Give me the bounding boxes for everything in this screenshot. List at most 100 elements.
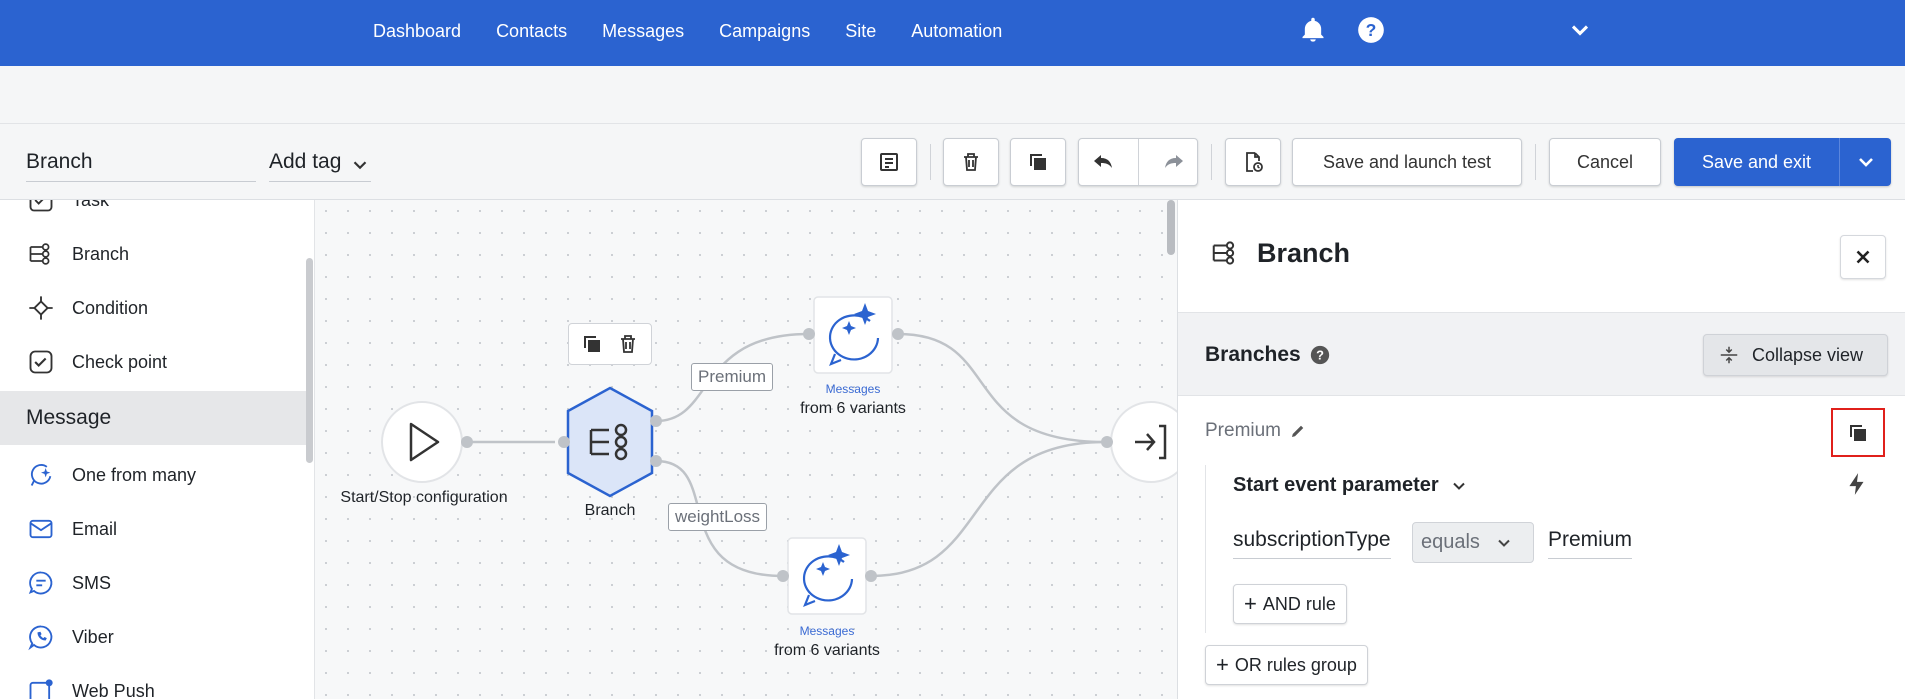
value-input[interactable]: Premium	[1548, 528, 1633, 559]
web-push-icon	[29, 679, 53, 699]
chevron-down-icon	[354, 161, 367, 170]
edge-label-premium[interactable]: Premium	[691, 363, 774, 391]
notes-button[interactable]	[861, 138, 917, 186]
edge-label-weightloss[interactable]: weightLoss	[668, 503, 768, 531]
branches-section-header: Branches ? Collapse view	[1178, 313, 1905, 396]
palette-item-task[interactable]: Task	[0, 200, 310, 227]
palette-item-web-push[interactable]: Web Push	[0, 664, 310, 699]
save-launch-test-button[interactable]: Save and launch test	[1292, 138, 1522, 186]
palette-item-one-from-many[interactable]: One from many	[0, 448, 310, 502]
collapse-icon	[1720, 346, 1738, 364]
chevron-down-icon	[1858, 158, 1873, 167]
branch-node-label: Branch	[584, 502, 636, 519]
toolbar-divider	[1535, 144, 1536, 180]
redo-icon[interactable]	[1162, 150, 1186, 174]
palette-item-condition[interactable]: Condition	[0, 281, 310, 335]
help-icon[interactable]: ?	[1357, 16, 1385, 44]
palette-item-branch[interactable]: Branch	[0, 227, 310, 281]
nav-dashboard[interactable]: Dashboard	[373, 21, 461, 42]
connector-dot	[777, 570, 789, 582]
connector-dot	[650, 455, 662, 467]
palette-scrollbar[interactable]	[306, 258, 313, 463]
canvas-scrollbar[interactable]	[1167, 200, 1175, 255]
main-nav: Dashboard Contacts Messages Campaigns Si…	[373, 0, 1037, 62]
operator-value: equals	[1421, 531, 1480, 553]
sparkle-message-icon	[30, 464, 52, 486]
connector-dot	[461, 436, 473, 448]
palette-section-message: Message	[0, 391, 310, 445]
collapse-view-button[interactable]: Collapse view	[1703, 334, 1888, 376]
parameter-field-input[interactable]: subscriptionType	[1233, 528, 1391, 559]
nav-contacts[interactable]: Contacts	[496, 21, 567, 42]
connector-dot	[892, 328, 904, 340]
palette-item-label: Condition	[72, 297, 149, 318]
palette-item-viber[interactable]: Viber	[0, 610, 310, 664]
add-or-group-button[interactable]: + OR rules group	[1205, 645, 1368, 685]
connector-dot	[1101, 436, 1113, 448]
lightning-icon[interactable]	[1844, 471, 1870, 497]
start-node-circle	[381, 401, 463, 483]
bell-icon[interactable]	[1299, 16, 1327, 44]
pencil-icon[interactable]	[1289, 422, 1307, 440]
copy-icon	[1850, 424, 1866, 441]
close-panel-button[interactable]	[1840, 235, 1886, 279]
connector-dot	[803, 328, 815, 340]
operator-select[interactable]: equals	[1412, 522, 1534, 563]
duplicate-button[interactable]	[1010, 138, 1066, 186]
nav-campaigns[interactable]: Campaigns	[719, 21, 810, 42]
save-exit-button[interactable]: Save and exit	[1674, 152, 1839, 173]
branches-title: Branches ?	[1205, 343, 1331, 367]
palette-item-check-point[interactable]: Check point	[0, 335, 310, 389]
editor-toolbar: Branch Add tag Save and launch test Canc…	[0, 124, 1905, 200]
copy-icon	[1030, 154, 1046, 170]
copy-branch-button[interactable]	[1831, 408, 1885, 457]
add-tag-dropdown[interactable]: Add tag	[269, 146, 372, 182]
button-divider	[1137, 139, 1139, 185]
nav-messages[interactable]: Messages	[602, 21, 684, 42]
trash-icon[interactable]	[616, 332, 640, 356]
copy-icon[interactable]	[580, 332, 604, 356]
nav-automation[interactable]: Automation	[911, 21, 1002, 42]
branch-name-row: Premium	[1205, 420, 1307, 442]
svg-text:?: ?	[1366, 20, 1377, 40]
close-icon	[1856, 250, 1870, 264]
toolbar-divider	[930, 144, 931, 180]
scenario-name-input[interactable]: Branch	[26, 146, 256, 182]
message-node-top-box	[813, 296, 893, 374]
panel-title: Branch	[1257, 238, 1351, 268]
plus-icon: +	[1244, 591, 1257, 616]
rule-type-label: Start event parameter	[1233, 474, 1439, 496]
email-icon	[29, 519, 53, 539]
palette-item-label: Branch	[72, 243, 130, 264]
test-history-button[interactable]	[1225, 138, 1281, 186]
cancel-button[interactable]: Cancel	[1549, 138, 1661, 186]
add-and-rule-button[interactable]: + AND rule	[1233, 584, 1347, 624]
account-chevron-down-icon[interactable]	[1566, 16, 1594, 44]
connector-dot	[558, 436, 570, 448]
task-icon	[29, 200, 53, 212]
save-options-dropdown[interactable]	[1839, 138, 1891, 186]
trash-icon	[964, 153, 978, 171]
connector-premium-exit	[897, 332, 1106, 444]
palette-item-sms[interactable]: SMS	[0, 556, 310, 610]
branch-settings-panel: Branch Branches ? Collapse view Premium …	[1177, 200, 1905, 699]
delete-button[interactable]	[943, 138, 999, 186]
toolbar-divider	[1211, 144, 1212, 180]
message-node-top-type: Messages	[825, 382, 881, 396]
undo-redo-group	[1078, 138, 1198, 186]
connector-dot	[650, 415, 662, 427]
message-node-bottom-label: from 6 variants	[774, 642, 880, 659]
branch-icon	[29, 243, 50, 265]
nav-site[interactable]: Site	[845, 21, 876, 42]
viber-icon	[28, 625, 53, 651]
component-palette: Task Branch Condition Check point Messag…	[0, 200, 315, 699]
branch-name: Premium	[1205, 420, 1282, 441]
undo-icon[interactable]	[1091, 150, 1115, 174]
flow-canvas[interactable]: Start/Stop configuration Branch Premium …	[315, 200, 1177, 699]
message-node-bottom-box	[787, 537, 867, 615]
palette-item-email[interactable]: Email	[0, 502, 310, 556]
plus-icon: +	[1216, 652, 1229, 677]
chevron-down-icon	[1498, 539, 1510, 547]
rule-type-dropdown[interactable]: Start event parameter	[1233, 474, 1469, 497]
help-icon[interactable]: ?	[1309, 344, 1331, 366]
